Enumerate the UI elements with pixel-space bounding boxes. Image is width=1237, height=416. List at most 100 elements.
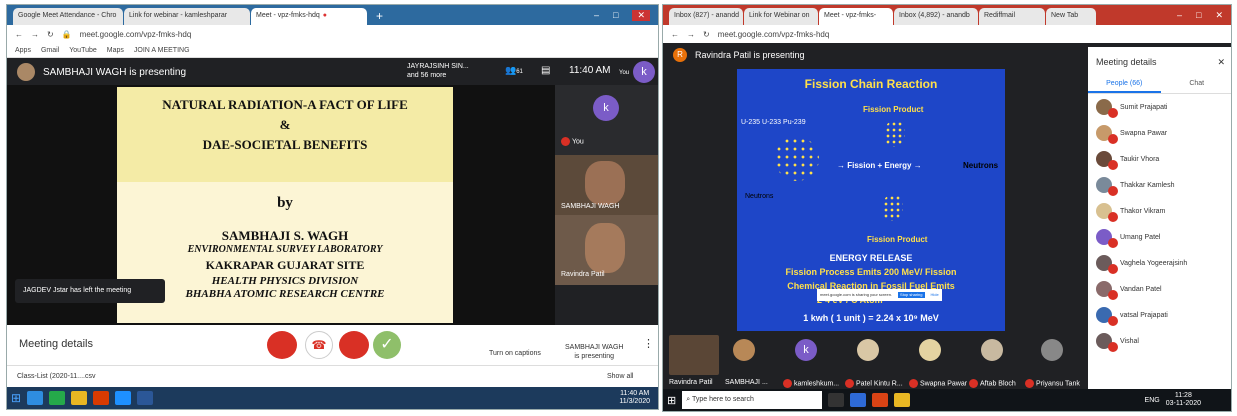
tile-you[interactable]: k You — [555, 85, 658, 155]
clock: 11:40 AM — [569, 65, 611, 76]
ie-icon[interactable] — [115, 391, 132, 405]
close-icon[interactable]: ✕ — [1217, 57, 1225, 68]
reload-icon[interactable]: ↻ — [703, 30, 710, 39]
windows-start-icon[interactable]: ⊞ — [667, 394, 676, 407]
avatar — [1096, 333, 1118, 352]
chat-icon[interactable]: ▤ — [541, 65, 550, 76]
tab-rediff[interactable]: Rediffmail — [979, 8, 1045, 25]
mic-off-icon — [1108, 264, 1118, 274]
avatar — [1096, 125, 1118, 144]
window-controls[interactable]: – □ ✕ — [1169, 10, 1231, 25]
fragment — [885, 121, 905, 147]
participant-row[interactable]: Vaghela Yogeerajsinh — [1088, 250, 1231, 276]
right-meet-window: Inbox (827) - anandd Link for Webinar on… — [662, 4, 1232, 412]
url-text[interactable]: meet.google.com/vpz-fmks-hdq — [718, 30, 830, 39]
participant-row[interactable]: Swapna Pawar — [1088, 120, 1231, 146]
tab-inbox[interactable]: Inbox (827) - anandd — [669, 8, 743, 25]
bookmark-maps[interactable]: Maps — [107, 47, 124, 54]
participant-row[interactable]: Thakkar Kamlesh — [1088, 172, 1231, 198]
camera-off-button[interactable] — [339, 331, 369, 359]
participant-row[interactable]: Sumit Prajapati — [1088, 94, 1231, 120]
tab-meet[interactable]: Meet - vpz-fmks-hdq ● — [251, 8, 367, 25]
participant-row[interactable]: Taukir Vhora — [1088, 146, 1231, 172]
mic-off-icon — [1108, 238, 1118, 248]
chrome-icon[interactable] — [71, 391, 88, 405]
participant-name: Thakor Vikram — [1120, 207, 1166, 215]
presenter-avatar: R — [673, 48, 687, 62]
tab-attendance[interactable]: Google Meet Attendance - Chro — [13, 8, 123, 25]
address-bar[interactable]: ← → ↻ 🔒 meet.google.com/vpz-fmks-hdq — [7, 25, 658, 43]
people-count-icon[interactable]: 👥61 — [505, 65, 523, 76]
search-box[interactable]: ⌕ Type here to search — [682, 391, 823, 409]
participant-name: Swapna Pawar — [1120, 129, 1168, 137]
user-avatar[interactable]: k — [633, 61, 655, 83]
taskbar-icon[interactable] — [49, 391, 66, 405]
participant-name: Taukir Vhora — [1120, 155, 1160, 163]
participant-row[interactable]: Thakor Vikram — [1088, 198, 1231, 224]
stop-sharing-button[interactable]: Stop sharing — [898, 292, 925, 298]
participant-name: Sumit Prajapati — [1120, 103, 1168, 111]
tab-inbox2[interactable]: Inbox (4,892) - anandb — [894, 8, 978, 25]
tab-webinar[interactable]: Link for Webinar on — [744, 8, 818, 25]
windows-start-icon[interactable]: ⊞ — [11, 391, 21, 405]
captions-button[interactable]: Turn on captions — [489, 350, 541, 357]
participant-row[interactable]: Umang Patel — [1088, 224, 1231, 250]
forward-icon[interactable]: → — [31, 30, 39, 39]
forward-icon[interactable]: → — [687, 30, 695, 39]
mic-off-icon — [1108, 186, 1118, 196]
tab-chat[interactable]: Chat — [1161, 80, 1232, 93]
bookmarks-bar: Apps Gmail YouTube Maps JOIN A MEETING — [7, 43, 658, 58]
bookmark-apps[interactable]: Apps — [15, 47, 31, 54]
fission-slide: Fission Chain Reaction Fission Product U… — [737, 69, 1005, 331]
mic-off-icon — [1108, 212, 1118, 222]
panel-title: Meeting details — [1096, 57, 1157, 67]
back-icon[interactable]: ← — [671, 30, 679, 39]
tile-sambhaji[interactable]: SAMBHAJI WAGH — [555, 155, 658, 215]
back-icon[interactable]: ← — [15, 30, 23, 39]
participant-name: Vishal — [1120, 337, 1139, 345]
tile-ravindra[interactable]: Ravindra Patil — [555, 215, 658, 285]
presenter-label: SAMBHAJI WAGH is presenting — [43, 66, 187, 78]
participant-row[interactable]: Vandan Patel — [1088, 276, 1231, 302]
taskbar-icon[interactable] — [27, 391, 44, 405]
download-item[interactable]: Class-List (2020-11....csv — [17, 373, 95, 380]
mic-off-button[interactable] — [267, 331, 297, 359]
tab-new[interactable]: New Tab — [1046, 8, 1096, 25]
more-options-icon[interactable]: ⋮ — [643, 337, 654, 350]
tile-sambhaji-label: SAMBHAJI WAGH — [561, 203, 620, 210]
reload-icon[interactable]: ↻ — [47, 30, 54, 39]
chrome-icon[interactable] — [894, 393, 911, 407]
address-bar[interactable]: ← → ↻ meet.google.com/vpz-fmks-hdq — [663, 25, 1231, 43]
participant-row[interactable]: Vishal — [1088, 328, 1231, 354]
tray-date: 03-11-2020 — [1165, 400, 1201, 407]
window-controls[interactable]: – □ ✕ — [586, 10, 658, 25]
bookmark-join[interactable]: JOIN A MEETING — [134, 47, 190, 54]
participant-row[interactable]: vatsal Prajapati — [1088, 302, 1231, 328]
tab-people[interactable]: People (66) — [1088, 80, 1161, 93]
mic-off-icon — [1108, 134, 1118, 144]
pdf-icon[interactable] — [93, 391, 110, 405]
word-icon[interactable] — [137, 391, 154, 405]
taskbar-icon[interactable] — [850, 393, 867, 407]
tile-ravindra[interactable] — [669, 335, 719, 375]
tile-ravindra-label: Ravindra Patil — [561, 271, 605, 278]
left-tab-strip: Google Meet Attendance - Chro Link for w… — [7, 5, 658, 25]
left-meeting-toast: JAGDEV Jstar has left the meeting — [15, 279, 165, 303]
taskbar-icon[interactable] — [872, 393, 889, 407]
presenting-button[interactable]: SAMBHAJI WAGH is presenting — [565, 343, 623, 361]
tab-webinar-link[interactable]: Link for webinar - kamleshparar — [124, 8, 250, 25]
meeting-details-button[interactable]: Meeting details — [19, 338, 93, 350]
task-view-icon[interactable] — [828, 393, 845, 407]
download-bar: Class-List (2020-11....csv Show all — [7, 365, 658, 389]
check-button[interactable]: ✓ — [373, 331, 401, 359]
bookmark-gmail[interactable]: Gmail — [41, 47, 59, 54]
hang-up-button[interactable]: ☎ — [305, 331, 333, 359]
show-all-button[interactable]: Show all — [607, 373, 633, 380]
hide-button[interactable]: Hide — [931, 292, 939, 298]
bookmark-youtube[interactable]: YouTube — [69, 47, 97, 54]
url-text[interactable]: meet.google.com/vpz-fmks-hdq — [80, 30, 192, 39]
tab-meet[interactable]: Meet - vpz-fmks- — [819, 8, 893, 25]
meeting-details-panel: Meeting details ✕ People (66) Chat Sumit … — [1088, 47, 1232, 392]
new-tab-button[interactable]: + — [368, 8, 391, 25]
people-list: Sumit Prajapati Swapna Pawar Taukir Vhora T… — [1088, 94, 1231, 354]
